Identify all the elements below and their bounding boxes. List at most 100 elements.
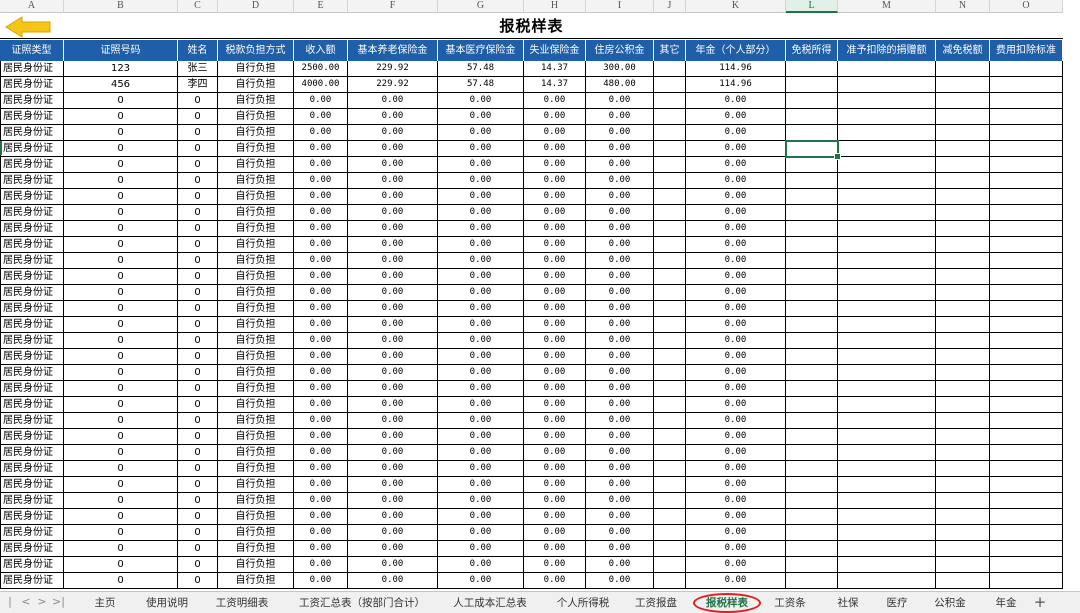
table-cell[interactable] bbox=[786, 365, 838, 381]
table-cell[interactable] bbox=[838, 525, 936, 541]
table-cell[interactable] bbox=[838, 365, 936, 381]
table-cell[interactable]: 居民身份证 bbox=[0, 221, 64, 237]
table-cell[interactable]: 0.00 bbox=[686, 93, 786, 109]
table-cell[interactable]: 0.00 bbox=[524, 333, 586, 349]
table-cell[interactable]: 0 bbox=[64, 301, 178, 317]
table-cell[interactable]: 0 bbox=[64, 493, 178, 509]
table-cell[interactable]: 0.00 bbox=[294, 221, 348, 237]
table-cell[interactable]: 居民身份证 bbox=[0, 381, 64, 397]
table-cell[interactable]: 自行负担 bbox=[218, 413, 294, 429]
table-cell[interactable]: 0 bbox=[64, 477, 178, 493]
table-cell[interactable]: 0 bbox=[178, 317, 218, 333]
table-cell[interactable]: 自行负担 bbox=[218, 237, 294, 253]
table-cell[interactable]: 14.37 bbox=[524, 77, 586, 93]
table-cell[interactable] bbox=[936, 397, 990, 413]
table-cell[interactable] bbox=[990, 237, 1063, 253]
table-cell[interactable]: 2500.00 bbox=[294, 61, 348, 77]
table-cell[interactable]: 0 bbox=[178, 157, 218, 173]
table-cell[interactable]: 0.00 bbox=[294, 365, 348, 381]
table-cell[interactable]: 0.00 bbox=[686, 269, 786, 285]
table-cell[interactable]: 0.00 bbox=[586, 525, 654, 541]
table-cell[interactable] bbox=[936, 317, 990, 333]
table-cell[interactable] bbox=[936, 237, 990, 253]
column-letter-o[interactable]: O bbox=[990, 0, 1063, 13]
table-cell[interactable]: 0.00 bbox=[586, 205, 654, 221]
table-cell[interactable] bbox=[786, 461, 838, 477]
table-cell[interactable]: 自行负担 bbox=[218, 525, 294, 541]
column-letter-e[interactable]: E bbox=[294, 0, 348, 13]
table-cell[interactable]: 0.00 bbox=[348, 269, 438, 285]
column-letter-c[interactable]: C bbox=[178, 0, 218, 13]
table-cell[interactable] bbox=[838, 77, 936, 93]
spreadsheet-grid[interactable]: ABCDEFGHIJKLMNO 报税样表 证照类型 证照号码 姓名 税款负担方式 收入额… bbox=[0, 0, 1080, 591]
table-cell[interactable]: 0.00 bbox=[586, 381, 654, 397]
table-cell[interactable] bbox=[838, 285, 936, 301]
table-cell[interactable]: 0.00 bbox=[348, 93, 438, 109]
table-cell[interactable] bbox=[654, 189, 686, 205]
table-cell[interactable]: 居民身份证 bbox=[0, 269, 64, 285]
table-cell[interactable] bbox=[936, 477, 990, 493]
sheet-tab[interactable]: 主页 bbox=[86, 594, 124, 612]
table-cell[interactable]: 自行负担 bbox=[218, 397, 294, 413]
table-cell[interactable] bbox=[838, 301, 936, 317]
back-arrow-icon[interactable] bbox=[4, 16, 52, 38]
table-cell[interactable]: 自行负担 bbox=[218, 365, 294, 381]
table-cell[interactable]: 0.00 bbox=[686, 397, 786, 413]
table-cell[interactable]: 0.00 bbox=[524, 365, 586, 381]
table-cell[interactable]: 0 bbox=[64, 93, 178, 109]
table-cell[interactable] bbox=[838, 509, 936, 525]
table-cell[interactable]: 0.00 bbox=[524, 317, 586, 333]
table-cell[interactable]: 0 bbox=[64, 285, 178, 301]
table-cell[interactable] bbox=[936, 445, 990, 461]
table-cell[interactable] bbox=[654, 349, 686, 365]
table-cell[interactable]: 0.00 bbox=[294, 333, 348, 349]
header-cell[interactable]: 收入额 bbox=[294, 40, 348, 61]
table-cell[interactable]: 0.00 bbox=[438, 493, 524, 509]
table-cell[interactable]: 480.00 bbox=[586, 77, 654, 93]
table-cell[interactable]: 0.00 bbox=[686, 557, 786, 573]
table-cell[interactable] bbox=[936, 413, 990, 429]
table-cell[interactable]: 0.00 bbox=[524, 221, 586, 237]
table-cell[interactable]: 0 bbox=[64, 349, 178, 365]
table-cell[interactable]: 0.00 bbox=[586, 477, 654, 493]
table-cell[interactable]: 0.00 bbox=[438, 269, 524, 285]
table-cell[interactable] bbox=[838, 253, 936, 269]
table-cell[interactable]: 0.00 bbox=[586, 93, 654, 109]
table-cell[interactable]: 0 bbox=[64, 557, 178, 573]
table-cell[interactable]: 居民身份证 bbox=[0, 93, 64, 109]
table-cell[interactable] bbox=[990, 301, 1063, 317]
next-sheet-icon[interactable]: > bbox=[36, 595, 48, 609]
header-cell[interactable]: 准予扣除的捐赠额 bbox=[838, 40, 936, 61]
table-cell[interactable]: 0 bbox=[178, 477, 218, 493]
table-cell[interactable]: 0.00 bbox=[438, 221, 524, 237]
table-cell[interactable]: 0.00 bbox=[586, 189, 654, 205]
table-cell[interactable] bbox=[786, 237, 838, 253]
table-cell[interactable]: 0 bbox=[64, 237, 178, 253]
table-cell[interactable]: 0.00 bbox=[294, 381, 348, 397]
table-cell[interactable]: 0.00 bbox=[294, 125, 348, 141]
table-cell[interactable]: 自行负担 bbox=[218, 125, 294, 141]
table-cell[interactable]: 0.00 bbox=[438, 253, 524, 269]
table-cell[interactable]: 0.00 bbox=[348, 173, 438, 189]
table-cell[interactable] bbox=[936, 509, 990, 525]
table-cell[interactable]: 0.00 bbox=[348, 157, 438, 173]
table-cell[interactable]: 0.00 bbox=[686, 429, 786, 445]
table-cell[interactable]: 0.00 bbox=[524, 397, 586, 413]
header-cell[interactable]: 费用扣除标准 bbox=[990, 40, 1063, 61]
table-cell[interactable]: 0.00 bbox=[348, 205, 438, 221]
table-cell[interactable] bbox=[936, 253, 990, 269]
table-cell[interactable]: 0 bbox=[178, 205, 218, 221]
sheet-tab[interactable]: 社保 bbox=[830, 594, 866, 612]
table-cell[interactable]: 0.00 bbox=[686, 365, 786, 381]
table-cell[interactable] bbox=[654, 365, 686, 381]
table-cell[interactable]: 自行负担 bbox=[218, 509, 294, 525]
table-cell[interactable] bbox=[838, 557, 936, 573]
table-cell[interactable] bbox=[786, 61, 838, 77]
table-cell[interactable]: 0.00 bbox=[438, 381, 524, 397]
table-cell[interactable]: 0.00 bbox=[348, 381, 438, 397]
column-letter-a[interactable]: A bbox=[0, 0, 64, 13]
sheet-tab[interactable]: 医疗 bbox=[880, 594, 914, 612]
table-cell[interactable]: 0.00 bbox=[294, 253, 348, 269]
table-cell[interactable] bbox=[786, 429, 838, 445]
table-cell[interactable]: 自行负担 bbox=[218, 493, 294, 509]
